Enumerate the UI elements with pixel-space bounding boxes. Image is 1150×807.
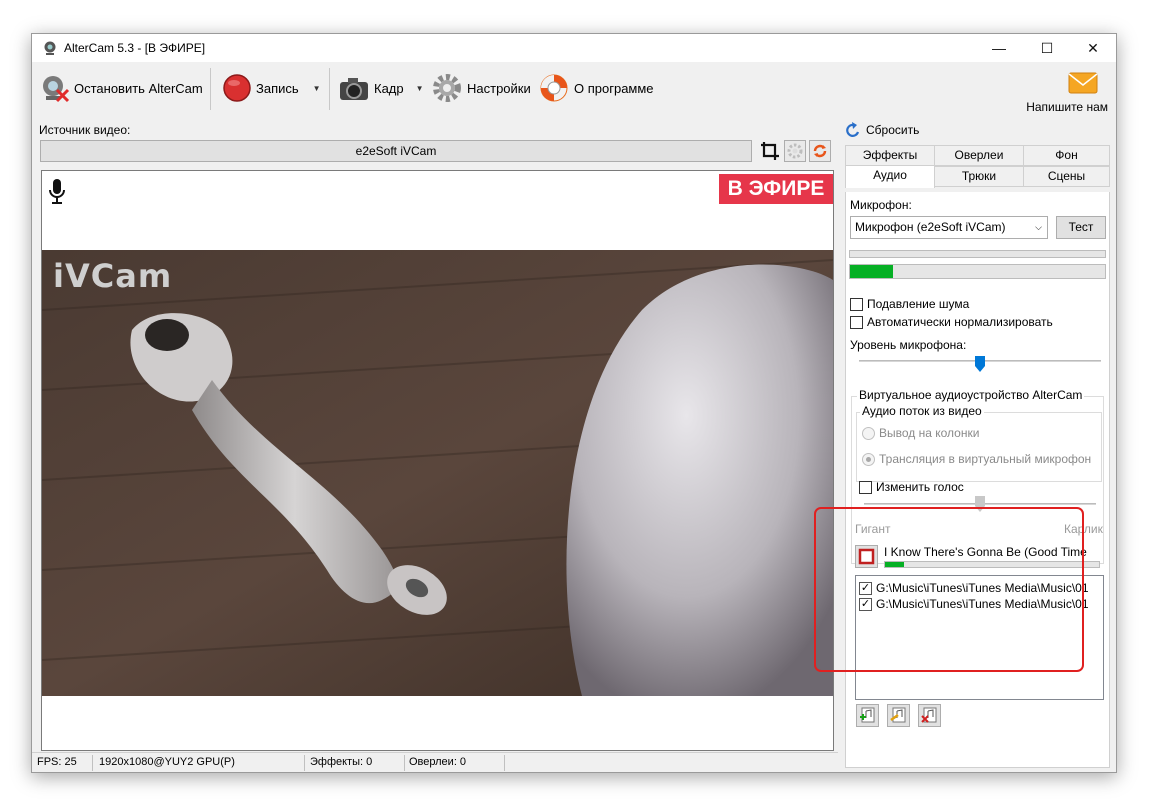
frame-button[interactable]: Кадр ▼ — [338, 72, 424, 104]
remove-track-button[interactable] — [918, 704, 941, 727]
audio-stream-group — [856, 412, 1102, 482]
noise-suppression-checkbox[interactable]: Подавление шума — [850, 297, 969, 311]
settings-label: Настройки — [467, 80, 531, 96]
tab-background[interactable]: Фон — [1023, 145, 1110, 166]
status-divider — [304, 755, 305, 771]
checkbox-box — [859, 480, 872, 494]
speakers-radio-label: Вывод на колонки — [879, 426, 980, 440]
edit-track-button[interactable] — [887, 704, 910, 727]
about-button[interactable]: О программе — [538, 72, 654, 104]
status-divider — [404, 755, 405, 771]
mic-level-meter-thin — [849, 250, 1106, 258]
noise-suppression-label: Подавление шума — [867, 297, 970, 311]
refresh-icon — [813, 144, 827, 158]
mic-level-meter — [849, 264, 1106, 279]
video-source-label: Источник видео: — [39, 123, 131, 137]
stop-altercam-label: Остановить AlterCam — [74, 80, 203, 96]
source-settings-button[interactable] — [784, 140, 806, 162]
overlays-status: Оверлеи: 0 — [409, 756, 467, 768]
checkbox-box — [850, 297, 863, 311]
virtual-mic-radio[interactable]: Трансляция в виртуальный микрофон — [862, 452, 1091, 466]
virtual-mic-radio-label: Трансляция в виртуальный микрофон — [879, 452, 1092, 466]
test-button[interactable]: Тест — [1056, 216, 1106, 239]
change-voice-label: Изменить голос — [876, 480, 964, 494]
radio-dot — [862, 426, 875, 440]
add-music-icon — [860, 707, 875, 723]
settings-button[interactable]: Настройки — [431, 72, 531, 104]
tab-overlays[interactable]: Оверлеи — [934, 145, 1024, 166]
highlight-frame — [814, 507, 1084, 672]
lifebuoy-icon — [540, 74, 568, 102]
stop-altercam-button[interactable]: Остановить AlterCam — [40, 72, 203, 104]
envelope-icon — [1068, 72, 1098, 94]
gear-icon — [433, 74, 461, 102]
add-track-button[interactable] — [856, 704, 879, 727]
speakers-radio[interactable]: Вывод на колонки — [862, 426, 979, 440]
format-status: 1920x1080@YUY2 GPU(P) — [99, 756, 235, 768]
toolbar-divider — [329, 68, 330, 110]
mic-volume-slider-thumb[interactable] — [975, 356, 985, 372]
record-dropdown-icon[interactable]: ▼ — [313, 84, 321, 93]
toolbar: Остановить AlterCam Запись ▼ Кадр ▼ Наст… — [32, 62, 1116, 118]
tab-effects[interactable]: Эффекты — [845, 145, 935, 166]
toolbar-divider — [210, 68, 211, 110]
video-preview[interactable]: В ЭФИРЕ iVCam — [41, 170, 834, 751]
checkbox-box — [850, 315, 863, 329]
auto-normalize-label: Автоматически нормализировать — [867, 315, 1053, 329]
camera-feed: iVCam — [42, 250, 833, 696]
status-bar: FPS: 25 1920x1080@YUY2 GPU(P) Эффекты: 0… — [32, 752, 838, 772]
webcam-icon — [44, 41, 56, 55]
reset-icon — [846, 122, 860, 137]
mic-volume-label: Уровень микрофона: — [850, 338, 967, 352]
virtual-audio-title: Виртуальное аудиоустройство AlterCam — [857, 388, 1085, 402]
effects-status: Эффекты: 0 — [310, 756, 373, 768]
maximize-button[interactable]: ☐ — [1024, 34, 1070, 62]
reset-button[interactable]: Сбросить — [845, 122, 919, 138]
tab-scenes[interactable]: Сцены — [1023, 166, 1110, 187]
webcam-stop-icon — [43, 76, 70, 103]
crop-button[interactable] — [759, 140, 781, 162]
close-button[interactable]: ✕ — [1070, 34, 1116, 62]
microphone-label: Микрофон: — [850, 198, 912, 212]
refresh-source-button[interactable] — [809, 140, 831, 162]
auto-normalize-checkbox[interactable]: Автоматически нормализировать — [850, 315, 1053, 329]
status-divider — [92, 755, 93, 771]
camera-feed-image — [42, 250, 833, 696]
music-file-icon — [890, 707, 906, 723]
chevron-down-icon: ⌵ — [1035, 222, 1042, 232]
reset-label: Сбросить — [866, 123, 920, 137]
window-title: AlterCam 5.3 - [В ЭФИРЕ] — [64, 41, 206, 55]
settings-panel: Сбросить Эффекты Оверлеи Фон Трюки Сцены… — [842, 118, 1116, 772]
microphone-select-value: Микрофон (e2eSoft iVCam) — [855, 220, 1006, 234]
status-divider — [504, 755, 505, 771]
onair-badge: В ЭФИРЕ — [719, 174, 833, 204]
crop-icon — [761, 142, 779, 160]
video-source-select[interactable]: e2eSoft iVCam — [40, 140, 752, 162]
change-voice-checkbox[interactable]: Изменить голос — [859, 480, 964, 494]
title-bar: AlterCam 5.3 - [В ЭФИРЕ] — ☐ ✕ — [32, 34, 1116, 62]
write-us-button[interactable]: Напишите нам — [1018, 68, 1108, 114]
microphone-select[interactable]: Микрофон (e2eSoft iVCam) ⌵ — [850, 216, 1048, 239]
tab-audio[interactable]: Аудио — [845, 165, 935, 188]
about-label: О программе — [574, 80, 654, 96]
gear-icon — [787, 143, 803, 159]
microphone-icon — [49, 179, 65, 204]
camera-icon — [340, 78, 368, 100]
fps-status: FPS: 25 — [37, 756, 77, 768]
mic-level-fill — [850, 265, 894, 278]
record-icon — [223, 74, 251, 102]
radio-dot — [862, 452, 875, 466]
frame-label: Кадр — [374, 80, 404, 96]
record-button[interactable]: Запись ▼ — [222, 72, 321, 104]
write-us-label: Напишите нам — [1026, 100, 1108, 114]
minimize-button[interactable]: — — [976, 34, 1022, 62]
remove-music-icon — [921, 707, 937, 723]
tab-tricks[interactable]: Трюки — [934, 166, 1024, 187]
frame-dropdown-icon[interactable]: ▼ — [416, 84, 424, 93]
ivcam-watermark: iVCam — [53, 257, 173, 295]
audio-stream-title: Аудио поток из видео — [860, 404, 984, 418]
record-label: Запись — [256, 80, 299, 96]
